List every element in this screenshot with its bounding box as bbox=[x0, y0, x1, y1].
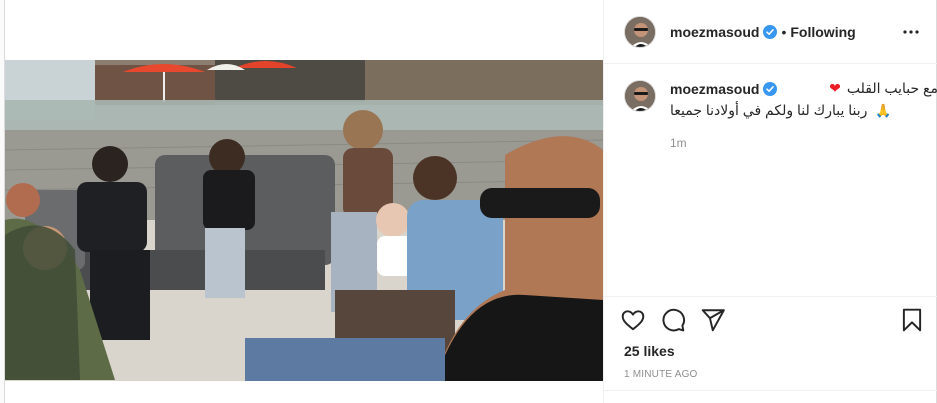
avatar-image bbox=[625, 16, 655, 47]
caption-relative-time[interactable]: 1m bbox=[670, 136, 937, 150]
comment-icon[interactable] bbox=[660, 307, 686, 333]
action-bar bbox=[620, 306, 925, 334]
avatar-image bbox=[625, 81, 655, 111]
caption-avatar[interactable] bbox=[624, 80, 656, 112]
heart-emoji-icon: ❤ bbox=[829, 80, 841, 96]
post-header: moezmasoud • Following bbox=[604, 0, 937, 64]
username-link[interactable]: moezmasoud bbox=[670, 24, 759, 40]
heart-icon[interactable] bbox=[620, 307, 646, 333]
divider bbox=[604, 296, 937, 297]
caption-body: moezmasoud ❤ مع حبايب القلب 🙏 ربنا يبارك… bbox=[670, 80, 937, 150]
praying-hands-emoji-icon: 🙏 bbox=[875, 103, 892, 118]
caption-line-1: مع حبايب القلب bbox=[846, 80, 937, 96]
caption-line-2-row: 🙏 ربنا يبارك لنا ولكم في أولادنا جميعا bbox=[670, 101, 937, 120]
bookmark-icon[interactable] bbox=[899, 307, 925, 333]
divider bbox=[604, 390, 937, 391]
family-selfie-photo bbox=[5, 60, 603, 381]
caption-comment: moezmasoud ❤ مع حبايب القلب 🙏 ربنا يبارك… bbox=[604, 80, 937, 150]
share-icon[interactable] bbox=[700, 307, 726, 333]
caption-line-2: ربنا يبارك لنا ولكم في أولادنا جميعا bbox=[670, 102, 868, 118]
post-sidebar: moezmasoud • Following moezmasoud ❤ مع ح… bbox=[603, 0, 937, 403]
verified-badge-icon bbox=[763, 81, 778, 96]
post-photo[interactable] bbox=[5, 60, 603, 381]
verified-badge-icon bbox=[763, 24, 778, 39]
separator-dot: • bbox=[781, 23, 787, 40]
instagram-post: moezmasoud • Following moezmasoud ❤ مع ح… bbox=[4, 0, 937, 403]
following-button[interactable]: Following bbox=[790, 24, 855, 40]
avatar[interactable] bbox=[624, 15, 656, 48]
likes-count[interactable]: 25 likes bbox=[624, 343, 675, 359]
caption-username-link[interactable]: moezmasoud bbox=[670, 81, 759, 97]
caption-first-line: moezmasoud ❤ مع حبايب القلب bbox=[670, 80, 937, 97]
more-options-icon[interactable] bbox=[901, 22, 921, 42]
post-timestamp[interactable]: 1 MINUTE AGO bbox=[624, 369, 698, 380]
